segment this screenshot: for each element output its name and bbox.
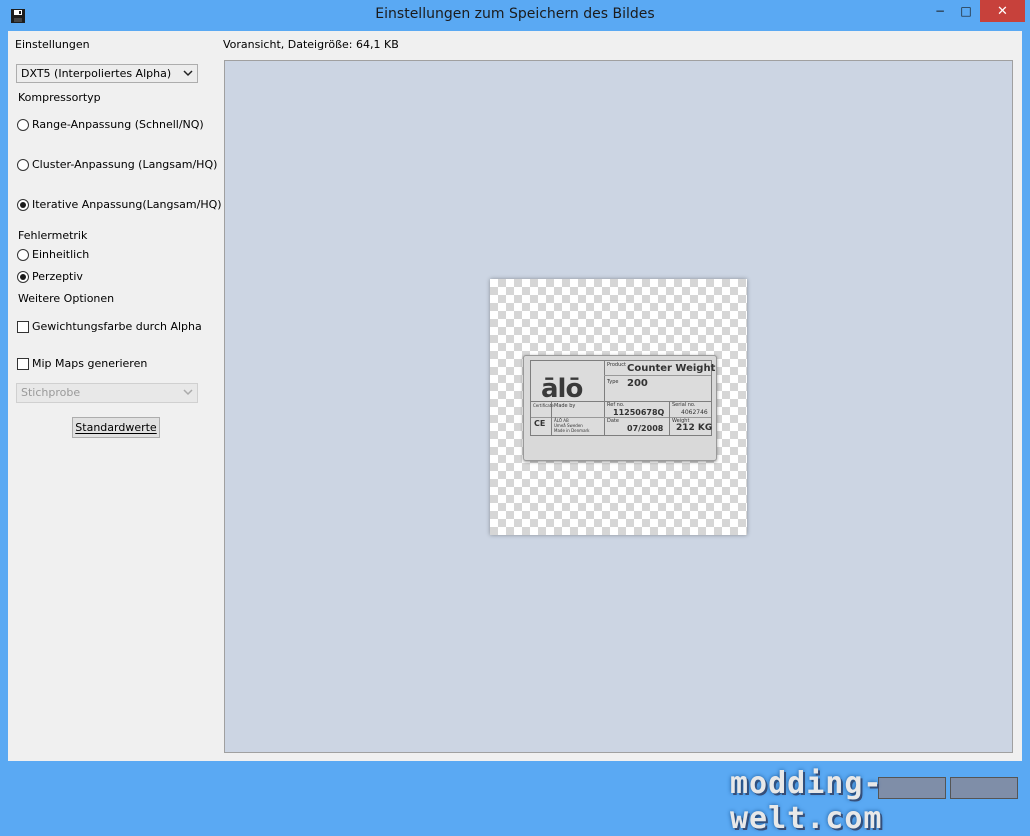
defaults-button-label: Standardwerte — [75, 421, 157, 434]
radio-perceptual-label[interactable]: Perzeptiv — [32, 270, 83, 283]
window-title: Einstellungen zum Speichern des Bildes — [375, 6, 655, 22]
radio-uniform-label[interactable]: Einheitlich — [32, 248, 89, 261]
plate-product-label: Product — [607, 362, 626, 368]
counter-weight-plate: ālō Product Counter Weight Type 200 Made… — [523, 355, 717, 461]
chevron-down-icon — [183, 70, 193, 77]
plate-ce-mark: CE — [534, 419, 546, 428]
watermark: modding-welt.com — [730, 766, 883, 836]
plate-date: 07/2008 — [627, 424, 664, 433]
plate-logo: ālō — [541, 374, 583, 404]
maximize-button[interactable]: □ — [951, 0, 981, 22]
dialog-client-area: Einstellungen DXT5 (Interpoliertes Alpha… — [8, 31, 1022, 761]
mipmaps-checkbox[interactable] — [17, 358, 29, 370]
plate-weight: 212 KG — [676, 423, 713, 433]
radio-iterative-fit-label[interactable]: Iterative Anpassung(Langsam/HQ) — [32, 198, 222, 211]
title-bar: Einstellungen zum Speichern des Bildes −… — [0, 0, 1030, 31]
plate-date-label: Date — [607, 418, 619, 424]
defaults-button[interactable]: Standardwerte — [72, 417, 160, 438]
mipmaps-label[interactable]: Mip Maps generieren — [32, 357, 147, 370]
plate-frame: ālō Product Counter Weight Type 200 Made… — [530, 360, 716, 436]
plate-divider — [604, 361, 605, 435]
close-button[interactable]: ✕ — [980, 0, 1025, 22]
plate-serial-label: Serial no. — [672, 402, 696, 408]
chevron-down-icon — [183, 389, 193, 396]
settings-header: Einstellungen — [15, 38, 90, 51]
preview-panel: ālō Product Counter Weight Type 200 Made… — [224, 60, 1013, 753]
radio-cluster-fit-label[interactable]: Cluster-Anpassung (Langsam/HQ) — [32, 158, 217, 171]
sampling-dropdown-value: Stichprobe — [21, 386, 81, 399]
radio-range-fit[interactable] — [17, 119, 29, 131]
minimize-icon: − — [934, 4, 946, 18]
weight-by-alpha-label[interactable]: Gewichtungsfarbe durch Alpha — [32, 320, 202, 333]
radio-uniform[interactable] — [17, 249, 29, 261]
plate-type: 200 — [627, 378, 648, 389]
sampling-dropdown: Stichprobe — [16, 383, 198, 403]
more-options-label: Weitere Optionen — [18, 292, 115, 305]
radio-iterative-fit[interactable] — [17, 199, 29, 211]
plate-certificate: Certificate — [533, 403, 554, 408]
radio-cluster-fit[interactable] — [17, 159, 29, 171]
radio-range-fit-label[interactable]: Range-Anpassung (Schnell/NQ) — [32, 118, 204, 131]
format-dropdown[interactable]: DXT5 (Interpoliertes Alpha) — [16, 64, 198, 83]
plate-ref: 11250678Q — [613, 408, 665, 417]
format-dropdown-value: DXT5 (Interpoliertes Alpha) — [21, 67, 172, 80]
plate-divider — [604, 375, 711, 376]
plate-product: Counter Weight — [627, 363, 716, 374]
radio-perceptual[interactable] — [17, 271, 29, 283]
close-icon: ✕ — [997, 3, 1008, 19]
plate-divider — [669, 401, 670, 435]
preview-label: Voransicht, Dateigröße: 64,1 KB — [223, 38, 399, 51]
maximize-icon: □ — [960, 4, 972, 18]
plate-maker-country: Made in Denmark — [554, 428, 590, 433]
plate-made-by-label: Made by — [554, 403, 576, 409]
compressor-type-label: Kompressortyp — [18, 91, 101, 104]
plate-serial: 4062746 — [681, 409, 708, 416]
weight-by-alpha-checkbox[interactable] — [17, 321, 29, 333]
preview-image: ālō Product Counter Weight Type 200 Made… — [490, 279, 747, 535]
error-metric-label: Fehlermetrik — [18, 229, 88, 242]
plate-type-label: Type — [607, 379, 619, 385]
